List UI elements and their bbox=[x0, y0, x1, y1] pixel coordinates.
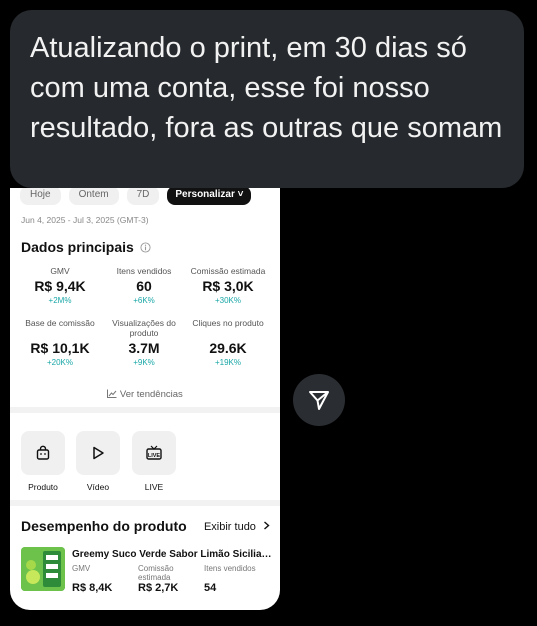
metric-value: R$ 3,0K bbox=[202, 278, 254, 294]
filter-today[interactable]: Hoje bbox=[20, 188, 61, 205]
product-items-label: Itens vendidos bbox=[204, 564, 256, 573]
section-divider bbox=[10, 500, 280, 506]
product-commission-value: R$ 2,7K bbox=[138, 582, 179, 594]
date-range: Jun 4, 2025 - Jul 3, 2025 (GMT-3) bbox=[21, 215, 149, 225]
info-icon[interactable] bbox=[140, 242, 151, 253]
metric-value: 60 bbox=[136, 278, 152, 294]
svg-text:LIVE: LIVE bbox=[148, 453, 161, 459]
metric-gmv: GMV R$ 9,4K +2M% bbox=[18, 266, 102, 305]
metric-value: 29.6K bbox=[209, 340, 247, 356]
filter-7d[interactable]: 7D bbox=[126, 188, 160, 205]
date-filter-bar: Hoje Ontem 7D Personalizar ˅ bbox=[20, 188, 252, 205]
chevron-right-icon bbox=[264, 521, 270, 530]
metric-label: Cliques no produto bbox=[192, 318, 264, 328]
live-tile-label: LIVE bbox=[144, 482, 164, 492]
metric-value: R$ 10,1K bbox=[30, 340, 90, 356]
main-data-title: Dados principais bbox=[21, 239, 151, 255]
metric-label: Itens vendidos bbox=[116, 266, 172, 276]
trend-chart-icon bbox=[107, 389, 117, 398]
metric-label: Base de comissão bbox=[25, 318, 95, 328]
metric-value: 3.7M bbox=[128, 340, 160, 356]
product-image bbox=[21, 547, 65, 591]
metric-delta: +9K% bbox=[133, 358, 155, 367]
metric-label: GMV bbox=[50, 266, 70, 276]
product-tile[interactable] bbox=[21, 431, 65, 475]
main-data-title-text: Dados principais bbox=[21, 239, 134, 255]
metric-product-views: Visualizações do produto 3.7M +9K% bbox=[102, 318, 186, 367]
metric-delta: +2M% bbox=[48, 296, 72, 305]
product-name[interactable]: Greemy Suco Verde Sabor Limão Sicilian..… bbox=[72, 549, 272, 560]
product-gmv-value: R$ 8,4K bbox=[72, 582, 113, 594]
product-tile-label: Produto bbox=[28, 482, 58, 492]
product-performance-title: Desempenho do produto bbox=[21, 518, 187, 534]
view-trends-link[interactable]: Ver tendências bbox=[10, 389, 280, 400]
view-trends-label: Ver tendências bbox=[119, 389, 183, 400]
message-bubble: Atualizando o print, em 30 dias só com u… bbox=[10, 10, 524, 188]
live-tv-icon: LIVE bbox=[146, 445, 162, 460]
live-tile[interactable]: LIVE bbox=[132, 431, 176, 475]
metric-delta: +30K% bbox=[214, 296, 242, 305]
video-tile[interactable] bbox=[76, 431, 120, 475]
product-gmv-label: GMV bbox=[72, 564, 91, 573]
metric-commission-base: Base de comissão R$ 10,1K +20K% bbox=[18, 318, 102, 367]
send-icon bbox=[309, 391, 329, 410]
metric-product-clicks: Cliques no produto 29.6K +19K% bbox=[186, 318, 270, 367]
video-tile-label: Vídeo bbox=[86, 482, 110, 492]
metric-label: Visualizações do produto bbox=[112, 318, 176, 338]
product-commission-label: Comissão estimada bbox=[138, 564, 174, 582]
message-text: Atualizando o print, em 30 dias só com u… bbox=[30, 32, 503, 144]
metric-estimated-commission: Comissão estimada R$ 3,0K +30K% bbox=[186, 266, 270, 305]
filter-custom[interactable]: Personalizar ˅ bbox=[167, 188, 252, 205]
metric-delta: +20K% bbox=[46, 358, 74, 367]
product-thumbnail[interactable] bbox=[21, 547, 65, 591]
play-icon bbox=[93, 446, 104, 460]
bag-icon bbox=[36, 445, 50, 460]
share-button[interactable] bbox=[293, 374, 345, 426]
see-all-link[interactable]: Exibir tudo bbox=[204, 521, 270, 533]
metric-items-sold: Itens vendidos 60 +6K% bbox=[102, 266, 186, 305]
section-divider bbox=[10, 407, 280, 413]
metric-label: Comissão estimada bbox=[190, 266, 266, 276]
see-all-label: Exibir tudo bbox=[203, 521, 256, 533]
filter-yesterday[interactable]: Ontem bbox=[68, 188, 119, 205]
metric-delta: +6K% bbox=[133, 296, 155, 305]
product-items-value: 54 bbox=[204, 582, 217, 594]
metric-value: R$ 9,4K bbox=[34, 278, 86, 294]
metric-delta: +19K% bbox=[214, 358, 242, 367]
shared-screenshot[interactable]: Hoje Ontem 7D Personalizar ˅ Jun 4, 2025… bbox=[10, 188, 280, 610]
